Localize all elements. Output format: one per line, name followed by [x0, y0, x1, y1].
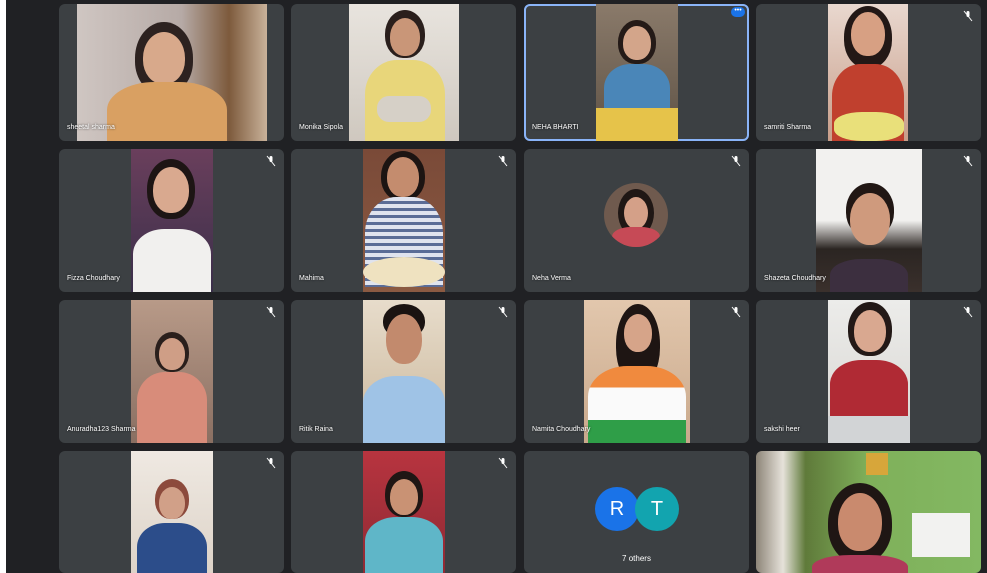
participant-video [77, 4, 267, 141]
muted-mic-icon [266, 155, 276, 167]
participant-name: Monika Sipola [299, 124, 343, 131]
participant-tile[interactable] [291, 451, 516, 573]
muted-mic-icon [498, 457, 508, 469]
participant-tile[interactable]: sheetal sharma [59, 4, 284, 141]
participant-tile[interactable] [59, 451, 284, 573]
others-tile[interactable]: R T 7 others [524, 451, 749, 573]
participant-tile[interactable]: sakshi heer [756, 300, 981, 443]
muted-mic-icon [498, 155, 508, 167]
participant-tile[interactable]: samriti Sharma [756, 4, 981, 141]
participant-name: Mahima [299, 275, 324, 282]
participant-video [363, 451, 445, 573]
participant-name: sakshi heer [764, 426, 800, 433]
participant-tile[interactable]: Namita Choudhary [524, 300, 749, 443]
participant-name: Namita Choudhary [532, 426, 591, 433]
avatar-initial: R [595, 487, 639, 531]
participant-video [131, 300, 213, 443]
muted-mic-icon [266, 306, 276, 318]
participant-avatar [604, 183, 668, 247]
participant-tile[interactable] [756, 451, 981, 573]
muted-mic-icon [963, 155, 973, 167]
muted-mic-icon [963, 306, 973, 318]
participant-name: Neha Verma [532, 275, 571, 282]
avatar-initial: T [635, 487, 679, 531]
participant-name: Ritik Raina [299, 426, 333, 433]
more-options-button[interactable]: ••• [731, 7, 745, 17]
participant-name: Shazeta Choudhary [764, 275, 826, 282]
participant-video [756, 451, 981, 573]
participant-video [816, 149, 922, 292]
participant-name: Anuradha123 Sharma [67, 426, 136, 433]
participant-name: sheetal sharma [67, 124, 115, 131]
participant-video [131, 451, 213, 573]
others-count-label: 7 others [622, 554, 651, 563]
participant-video [131, 149, 213, 292]
participant-name: samriti Sharma [764, 124, 812, 131]
participant-tile[interactable]: Neha Verma [524, 149, 749, 292]
muted-mic-icon [266, 457, 276, 469]
participant-video [584, 300, 690, 443]
muted-mic-icon [498, 306, 508, 318]
meeting-grid: sheetal sharma Monika Sipola NEHA BHARTI… [6, 0, 987, 573]
participant-video [596, 4, 678, 141]
participant-tile[interactable]: Shazeta Choudhary [756, 149, 981, 292]
participant-video [828, 4, 908, 141]
muted-mic-icon [731, 155, 741, 167]
participant-video [363, 300, 445, 443]
muted-mic-icon [731, 306, 741, 318]
participant-tile[interactable]: Fizza Choudhary [59, 149, 284, 292]
participant-video [363, 149, 445, 292]
participant-tile[interactable]: Anuradha123 Sharma [59, 300, 284, 443]
participant-tile[interactable]: Monika Sipola [291, 4, 516, 141]
participant-tile[interactable]: Mahima [291, 149, 516, 292]
muted-mic-icon [963, 10, 973, 22]
participant-tile-active[interactable]: NEHA BHARTI ••• [524, 4, 749, 141]
participant-video [828, 300, 910, 443]
participant-name: Fizza Choudhary [67, 275, 120, 282]
participant-tile[interactable]: Ritik Raina [291, 300, 516, 443]
participant-name: NEHA BHARTI [532, 124, 579, 131]
participant-video [349, 4, 459, 141]
